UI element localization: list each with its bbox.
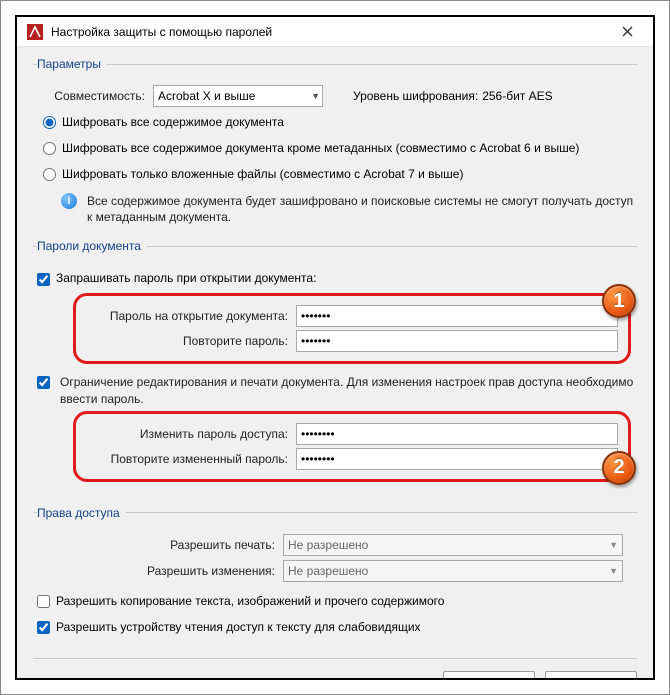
app-icon [27, 24, 43, 40]
enc-level-value: 256-бит AES [482, 89, 552, 103]
info-icon: i [61, 193, 77, 209]
print-value: Не разрешено [288, 538, 368, 552]
radio-encrypt-attach[interactable]: Шифровать только вложенные файлы (совмес… [43, 167, 463, 181]
permissions-group: Права доступа Разрешить печать: Не разре… [33, 506, 637, 652]
window-title: Настройка защиты с помощью паролей [51, 25, 607, 39]
passwords-legend: Пароли документа [37, 239, 147, 253]
open-password-label: Пароль на открытие документа: [86, 309, 296, 323]
titlebar: Настройка защиты с помощью паролей [17, 17, 653, 47]
change-password-label: Изменить пароль доступа: [86, 427, 296, 441]
compat-value: Acrobat X и выше [158, 89, 255, 103]
require-open-label: Запрашивать пароль при открытии документ… [56, 271, 316, 285]
radio-encrypt-meta[interactable]: Шифровать все содержимое документа кроме… [43, 141, 579, 155]
radio-encrypt-all-label: Шифровать все содержимое документа [62, 115, 284, 129]
cancel-button[interactable]: Отмена [545, 671, 637, 678]
allow-screen-reader-label: Разрешить устройству чтения доступ к тек… [56, 620, 421, 634]
close-button[interactable] [607, 18, 647, 46]
callout-2: 2 Изменить пароль доступа: Повторите изм… [73, 411, 631, 482]
open-password-repeat-label: Повторите пароль: [86, 334, 296, 348]
info-text: Все содержимое документа будет зашифрова… [87, 193, 637, 225]
restrict-checkbox[interactable] [37, 376, 50, 389]
chevron-down-icon: ▼ [609, 566, 618, 576]
changes-select[interactable]: Не разрешено ▼ [283, 560, 623, 582]
badge-1: 1 [602, 284, 636, 318]
change-password-input[interactable] [296, 423, 618, 445]
change-password-repeat-input[interactable] [296, 448, 618, 470]
allow-copy-checkbox[interactable]: Разрешить копирование текста, изображени… [37, 594, 444, 608]
chevron-down-icon: ▼ [311, 91, 320, 101]
allow-screen-reader-checkbox[interactable]: Разрешить устройству чтения доступ к тек… [37, 620, 421, 634]
radio-encrypt-all[interactable]: Шифровать все содержимое документа [43, 115, 284, 129]
parameters-group: Параметры Совместимость: Acrobat X и выш… [33, 57, 637, 235]
compat-select[interactable]: Acrobat X и выше ▼ [153, 85, 323, 107]
permissions-legend: Права доступа [37, 506, 126, 520]
passwords-group: Пароли документа Запрашивать пароль при … [33, 239, 637, 501]
badge-2: 2 [602, 451, 636, 485]
dialog-buttons: Да Отмена [33, 658, 637, 678]
parameters-legend: Параметры [37, 57, 107, 71]
changes-label: Разрешить изменения: [33, 564, 283, 578]
restrict-label: Ограничение редактирования и печати доку… [60, 374, 637, 406]
radio-encrypt-meta-label: Шифровать все содержимое документа кроме… [62, 141, 579, 155]
open-password-input[interactable] [296, 305, 618, 327]
changes-value: Не разрешено [288, 564, 368, 578]
require-open-checkbox[interactable]: Запрашивать пароль при открытии документ… [37, 271, 316, 285]
callout-1: 1 Пароль на открытие документа: Повторит… [73, 293, 631, 364]
compat-label: Совместимость: [43, 89, 153, 103]
open-password-repeat-input[interactable] [296, 330, 618, 352]
close-icon [622, 26, 633, 37]
print-select[interactable]: Не разрешено ▼ [283, 534, 623, 556]
radio-encrypt-attach-label: Шифровать только вложенные файлы (совмес… [62, 167, 463, 181]
ok-button[interactable]: Да [443, 671, 535, 678]
enc-level-label: Уровень шифрования: [353, 89, 478, 103]
change-password-repeat-label: Повторите измененный пароль: [86, 452, 296, 466]
chevron-down-icon: ▼ [609, 540, 618, 550]
print-label: Разрешить печать: [33, 538, 283, 552]
allow-copy-label: Разрешить копирование текста, изображени… [56, 594, 444, 608]
